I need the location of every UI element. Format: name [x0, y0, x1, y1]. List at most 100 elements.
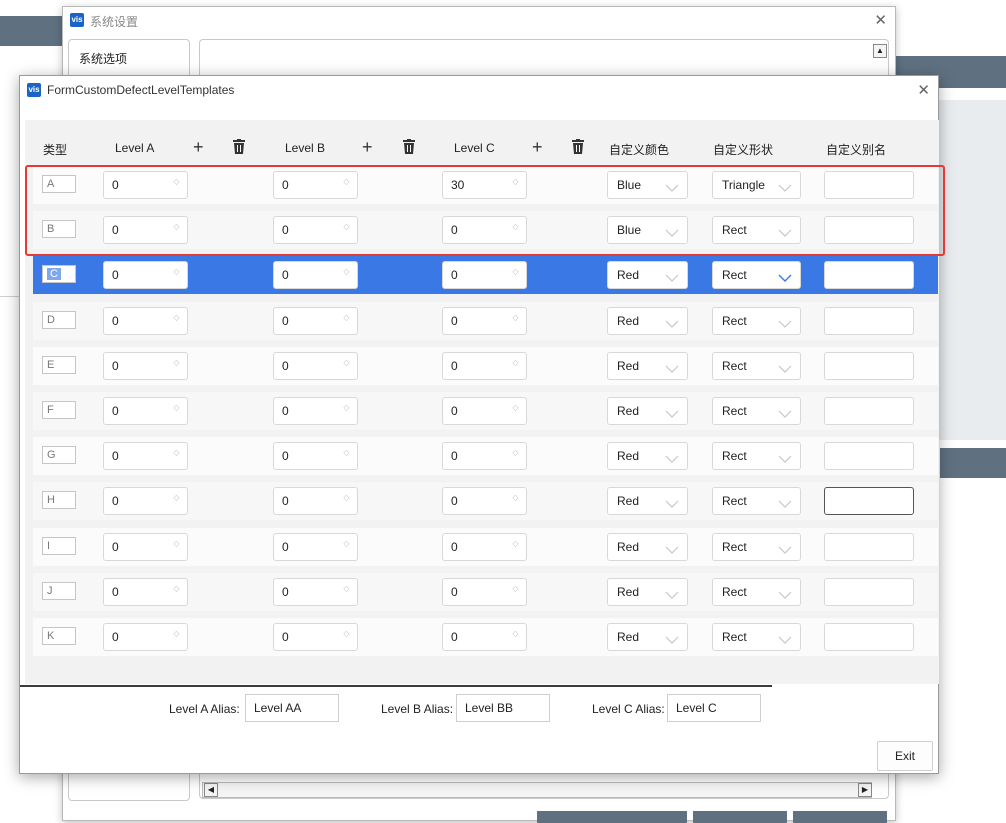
shape-select[interactable]: Rect [712, 442, 801, 471]
delete-level-b-trash-icon[interactable] [403, 139, 415, 157]
alias-input[interactable] [824, 261, 914, 290]
level-b-stepper[interactable]: 0 ◇ [273, 351, 358, 380]
stepper-arrows-icon[interactable]: ◇ [511, 358, 520, 373]
stepper-arrows-icon[interactable]: ◇ [511, 449, 520, 463]
level-c-stepper[interactable]: 0 ◇ [442, 487, 527, 516]
stepper-arrows-icon[interactable]: ◇ [342, 494, 351, 508]
level-c-stepper[interactable]: 0 ◇ [442, 532, 527, 561]
level-c-stepper[interactable]: 0 ◇ [442, 261, 527, 290]
stepper-arrows-icon[interactable]: ◇ [342, 630, 351, 644]
level-b-stepper[interactable]: 0 ◇ [273, 487, 358, 516]
stepper-arrows-icon[interactable]: ◇ [511, 268, 520, 282]
level-a-stepper[interactable]: 0 ◇ [103, 623, 188, 651]
stepper-arrows-icon[interactable]: ◇ [511, 494, 520, 508]
level-a-alias-input[interactable]: Level AA [245, 694, 339, 722]
stepper-arrows-icon[interactable]: ◇ [511, 630, 520, 644]
scroll-right-button[interactable]: ▶ [858, 783, 872, 797]
shape-select[interactable]: Rect [712, 397, 801, 425]
alias-input[interactable] [824, 623, 914, 651]
shape-select[interactable]: Rect [712, 351, 801, 380]
stepper-arrows-icon[interactable]: ◇ [172, 268, 181, 282]
level-b-stepper[interactable]: 0 ◇ [273, 577, 358, 606]
stepper-arrows-icon[interactable]: ◇ [172, 539, 181, 554]
table-row[interactable]: K 0 ◇ 0 ◇ 0 ◇ Red Rect [33, 618, 938, 656]
alias-input[interactable] [824, 487, 914, 516]
add-level-c-plus-icon[interactable]: + [532, 138, 543, 156]
level-b-stepper[interactable]: 0 ◇ [273, 397, 358, 425]
level-a-stepper[interactable]: 0 ◇ [103, 532, 188, 561]
stepper-arrows-icon[interactable]: ◇ [172, 313, 181, 328]
close-icon[interactable]: ✕ [874, 13, 887, 28]
color-select[interactable]: Red [607, 397, 688, 425]
exit-button[interactable]: Exit [877, 741, 933, 771]
scroll-up-button[interactable]: ▲ [873, 44, 887, 58]
bottom-button-3[interactable] [793, 811, 887, 823]
level-c-stepper[interactable]: 0 ◇ [442, 442, 527, 471]
level-a-stepper[interactable]: 0 ◇ [103, 306, 188, 335]
table-row[interactable]: E 0 ◇ 0 ◇ 0 ◇ Red Rect [33, 346, 938, 385]
level-b-stepper[interactable]: 0 ◇ [273, 532, 358, 561]
level-a-stepper[interactable]: 0 ◇ [103, 261, 188, 290]
color-select[interactable]: Red [607, 532, 688, 561]
stepper-arrows-icon[interactable]: ◇ [342, 584, 351, 599]
alias-input[interactable] [824, 306, 914, 335]
level-a-stepper[interactable]: 0 ◇ [103, 397, 188, 425]
shape-select[interactable]: Rect [712, 623, 801, 651]
table-row[interactable]: F 0 ◇ 0 ◇ 0 ◇ Red Rect [33, 392, 938, 430]
level-c-stepper[interactable]: 0 ◇ [442, 351, 527, 380]
stepper-arrows-icon[interactable]: ◇ [172, 449, 181, 463]
delete-level-a-trash-icon[interactable] [233, 139, 245, 157]
color-select[interactable]: Red [607, 623, 688, 651]
stepper-arrows-icon[interactable]: ◇ [342, 313, 351, 328]
level-c-stepper[interactable]: 0 ◇ [442, 397, 527, 425]
level-a-stepper[interactable]: 0 ◇ [103, 577, 188, 606]
stepper-arrows-icon[interactable]: ◇ [342, 539, 351, 554]
stepper-arrows-icon[interactable]: ◇ [511, 313, 520, 328]
stepper-arrows-icon[interactable]: ◇ [172, 584, 181, 599]
stepper-arrows-icon[interactable]: ◇ [342, 449, 351, 463]
stepper-arrows-icon[interactable]: ◇ [172, 630, 181, 644]
sidebar-item-system-options[interactable]: 系统选项 [79, 50, 127, 67]
shape-select[interactable]: Rect [712, 306, 801, 335]
level-c-stepper[interactable]: 0 ◇ [442, 623, 527, 651]
add-level-b-plus-icon[interactable]: + [362, 138, 373, 156]
level-c-stepper[interactable]: 0 ◇ [442, 306, 527, 335]
scroll-left-button[interactable]: ◀ [204, 783, 218, 797]
add-level-a-plus-icon[interactable]: + [193, 138, 204, 156]
table-row[interactable]: J 0 ◇ 0 ◇ 0 ◇ Red Rect [33, 572, 938, 611]
table-row[interactable]: C 0 ◇ 0 ◇ 0 ◇ Red Rect [33, 256, 938, 295]
color-select[interactable]: Red [607, 261, 688, 290]
level-a-stepper[interactable]: 0 ◇ [103, 442, 188, 471]
table-row[interactable]: D 0 ◇ 0 ◇ 0 ◇ Red Rect [33, 301, 938, 340]
stepper-arrows-icon[interactable]: ◇ [342, 268, 351, 282]
bottom-button-2[interactable] [693, 811, 787, 823]
level-a-stepper[interactable]: 0 ◇ [103, 351, 188, 380]
level-b-stepper[interactable]: 0 ◇ [273, 261, 358, 290]
shape-select[interactable]: Rect [712, 261, 801, 290]
table-row[interactable]: G 0 ◇ 0 ◇ 0 ◇ Red Rect [33, 437, 938, 476]
alias-input[interactable] [824, 397, 914, 425]
color-select[interactable]: Red [607, 351, 688, 380]
stepper-arrows-icon[interactable]: ◇ [511, 584, 520, 599]
stepper-arrows-icon[interactable]: ◇ [342, 358, 351, 373]
level-c-alias-input[interactable]: Level C [667, 694, 761, 722]
shape-select[interactable]: Rect [712, 577, 801, 606]
level-b-stepper[interactable]: 0 ◇ [273, 306, 358, 335]
color-select[interactable]: Red [607, 306, 688, 335]
stepper-arrows-icon[interactable]: ◇ [172, 494, 181, 508]
stepper-arrows-icon[interactable]: ◇ [511, 539, 520, 554]
level-b-stepper[interactable]: 0 ◇ [273, 442, 358, 471]
alias-input[interactable] [824, 442, 914, 471]
alias-input[interactable] [824, 577, 914, 606]
color-select[interactable]: Red [607, 442, 688, 471]
stepper-arrows-icon[interactable]: ◇ [172, 358, 181, 373]
level-a-stepper[interactable]: 0 ◇ [103, 487, 188, 516]
table-row[interactable]: H 0 ◇ 0 ◇ 0 ◇ Red Rect [33, 482, 938, 521]
table-row[interactable]: I 0 ◇ 0 ◇ 0 ◇ Red Rect [33, 527, 938, 566]
stepper-arrows-icon[interactable]: ◇ [511, 404, 520, 418]
shape-select[interactable]: Rect [712, 532, 801, 561]
stepper-arrows-icon[interactable]: ◇ [172, 404, 181, 418]
level-b-stepper[interactable]: 0 ◇ [273, 623, 358, 651]
stepper-arrows-icon[interactable]: ◇ [342, 404, 351, 418]
level-c-stepper[interactable]: 0 ◇ [442, 577, 527, 606]
